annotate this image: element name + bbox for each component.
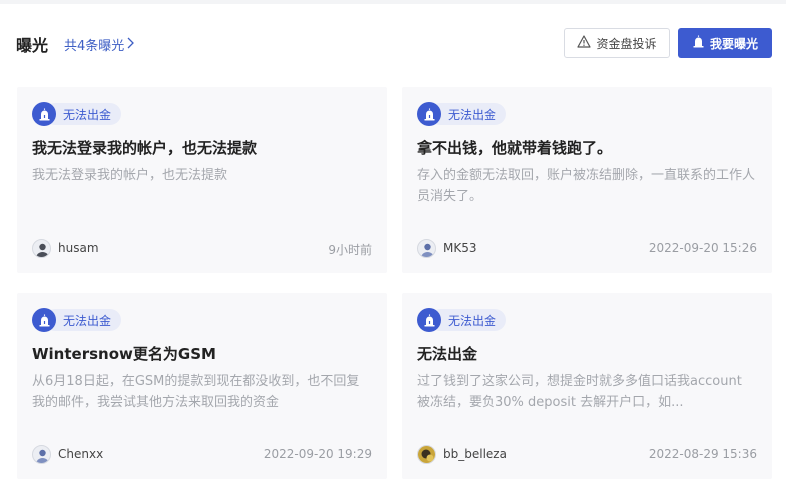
complaint-button-label: 资金盘投诉: [596, 36, 657, 51]
photo-avatar-icon: [417, 444, 436, 464]
category-tag: 无法出金: [417, 102, 507, 126]
chevron-right-icon: [126, 37, 135, 53]
alarm-icon: [417, 102, 441, 126]
author-name: Chenxx: [58, 447, 104, 461]
author-name: bb_belleza: [443, 447, 507, 461]
total-exposures-label: 共4条曝光: [64, 39, 125, 54]
card-title[interactable]: 拿不出钱，他就带着钱跑了。: [417, 137, 757, 158]
exposure-header: 曝光 共4条曝光 资金盘投诉 我要曝光: [16, 28, 772, 58]
card-author[interactable]: husam: [32, 238, 99, 258]
exposure-card[interactable]: 无法出金 Wintersnow更名为GSM 从6月18日起，在GSM的提款到现在…: [17, 293, 387, 479]
card-description: 存入的金额无法取回，账户被冻结删除，一直联系的工作人员消失了。: [417, 168, 756, 204]
card-title[interactable]: Wintersnow更名为GSM: [32, 343, 372, 364]
default-avatar-icon: [417, 238, 436, 258]
warning-icon: [577, 35, 592, 51]
post-time: 2022-09-20 19:29: [263, 447, 372, 461]
alarm-icon: [692, 35, 705, 51]
category-tag: 无法出金: [417, 308, 507, 332]
card-description: 我无法登录我的帐户，也无法提款: [32, 168, 228, 183]
alarm-icon: [32, 102, 56, 126]
category-tag: 无法出金: [32, 102, 122, 126]
expose-button[interactable]: 我要曝光: [678, 28, 772, 58]
card-title[interactable]: 我无法登录我的帐户，也无法提款: [32, 137, 372, 158]
card-author[interactable]: MK53: [417, 238, 477, 258]
author-name: MK53: [443, 241, 477, 255]
card-description: 过了钱到了这家公司，想提金时就多多值口话我account 被冻结，要负30% d…: [417, 374, 742, 410]
complaint-button[interactable]: 资金盘投诉: [564, 28, 670, 58]
card-author[interactable]: Chenxx: [32, 444, 103, 464]
alarm-icon: [417, 308, 441, 332]
card-author[interactable]: bb_belleza: [417, 444, 507, 464]
section-title: 曝光: [16, 36, 49, 55]
exposure-card[interactable]: 无法出金 拿不出钱，他就带着钱跑了。 存入的金额无法取回，账户被冻结删除，一直联…: [402, 87, 772, 273]
top-divider: [0, 0, 786, 4]
exposure-card[interactable]: 无法出金 我无法登录我的帐户，也无法提款 我无法登录我的帐户，也无法提款 hus…: [17, 87, 387, 273]
default-avatar-icon: [32, 238, 51, 258]
card-title[interactable]: 无法出金: [417, 343, 757, 364]
expose-button-label: 我要曝光: [709, 36, 758, 51]
total-exposures-link[interactable]: 共4条曝光: [64, 35, 135, 54]
card-description: 从6月18日起，在GSM的提款到现在都没收到，也不回复我的邮件，我尝试其他方法来…: [32, 374, 360, 410]
post-time: 9小时前: [328, 243, 372, 257]
alarm-icon: [32, 308, 56, 332]
category-tag: 无法出金: [32, 308, 122, 332]
default-avatar-icon: [32, 444, 51, 464]
exposure-card[interactable]: 无法出金 无法出金 过了钱到了这家公司，想提金时就多多值口话我account 被…: [402, 293, 772, 479]
post-time: 2022-08-29 15:36: [648, 447, 757, 461]
post-time: 2022-09-20 15:26: [648, 241, 757, 255]
author-name: husam: [58, 241, 99, 255]
